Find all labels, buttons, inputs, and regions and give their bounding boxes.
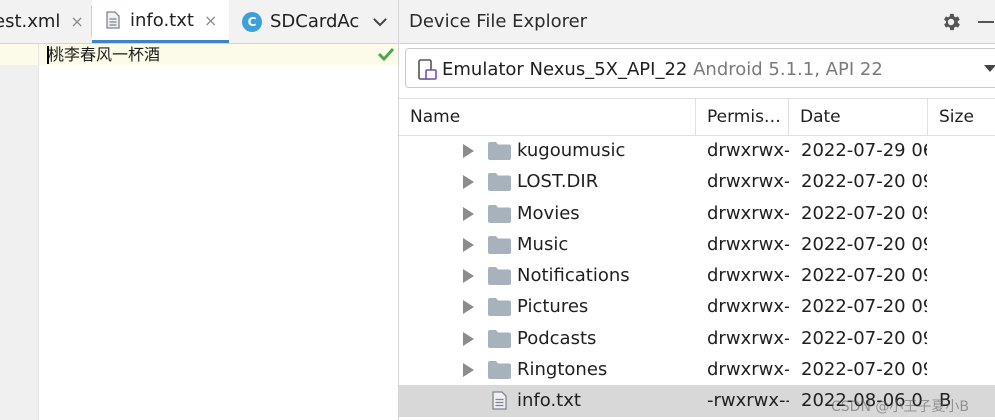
expand-arrow-icon[interactable] (463, 175, 474, 190)
expand-arrow-icon[interactable] (463, 206, 474, 221)
folder-icon (488, 173, 511, 192)
expand-arrow-icon[interactable] (463, 144, 474, 158)
cell-date: 2022-07-20 09 (801, 265, 927, 287)
cell-name: LOST.DIR (517, 171, 599, 193)
folder-row[interactable]: Movies drwxrwx-- 2022-07-20 09 (399, 198, 995, 229)
folder-icon (488, 235, 511, 254)
cell-name: Notifications (517, 265, 630, 287)
check-icon[interactable] (376, 44, 396, 64)
device-name-text: Emulator Nexus_5X_API_22 (442, 59, 688, 80)
text-file-icon (106, 11, 120, 29)
cell-date: 2022-07-20 09 (801, 327, 927, 349)
code-line-text[interactable]: 桃李春风一杯酒 (48, 45, 160, 65)
dropdown-arrow-icon[interactable] (984, 65, 995, 72)
column-header-size[interactable]: Size (928, 99, 995, 135)
device-detail: Android 5.1.1, API 22 (693, 59, 883, 80)
editor-tab-bar: est.xml × info.txt × C SDCardAc (0, 0, 398, 44)
editor-pane: est.xml × info.txt × C SDCardAc 桃李春风一杯酒 (0, 0, 398, 420)
gutter-current-line (0, 44, 38, 65)
cell-date: 2022-07-20 09 (801, 296, 927, 318)
tab-label: SDCardAc (270, 11, 360, 32)
column-header-permissions[interactable]: Permis… (696, 99, 789, 135)
cell-name: Podcasts (517, 327, 597, 349)
cell-name: kugoumusic (517, 140, 626, 161)
expand-arrow-icon[interactable] (463, 331, 474, 346)
line-gutter (0, 44, 39, 420)
cell-name: Pictures (517, 296, 589, 318)
text-file-icon (492, 391, 507, 411)
column-header-date[interactable]: Date (789, 99, 928, 135)
cell-date: 2022-07-20 09 (801, 233, 927, 255)
expand-arrow-icon[interactable] (463, 300, 474, 315)
cell-permissions: drwxrwx-- (707, 359, 789, 381)
device-icon (418, 59, 437, 80)
cell-permissions: drwxrwx-- (707, 140, 789, 161)
expand-arrow-icon[interactable] (463, 269, 474, 284)
tab-sdcard-activity[interactable]: C SDCardAc (230, 0, 368, 43)
cell-permissions: drwxrwx-- (707, 202, 789, 224)
cell-name: Music (517, 233, 569, 255)
cell-permissions: drwxrwx-- (707, 171, 789, 193)
device-name: Emulator Nexus_5X_API_22 Android 5.1.1, … (442, 59, 883, 80)
chevron-down-icon (373, 17, 387, 26)
table-header: Name Permis… Date Size (399, 98, 995, 136)
cell-date: 2022-07-20 09 (801, 359, 927, 381)
tab-label: info.txt (130, 9, 194, 31)
explorer-title: Device File Explorer (409, 11, 588, 32)
device-selector[interactable]: Emulator Nexus_5X_API_22 Android 5.1.1, … (405, 48, 995, 88)
cell-name: Movies (517, 202, 580, 224)
text-caret (47, 46, 49, 64)
cell-date: 2022-07-29 06 (801, 140, 927, 161)
close-icon[interactable]: × (70, 12, 83, 31)
folder-icon (488, 204, 511, 223)
folder-row[interactable]: LOST.DIR drwxrwx-- 2022-07-20 09 (399, 166, 995, 197)
cell-permissions: drwxrwx-- (707, 265, 789, 287)
tab-info-txt[interactable]: info.txt × (92, 0, 229, 43)
gear-icon[interactable] (940, 11, 962, 33)
tab-manifest-xml[interactable]: est.xml × (0, 0, 86, 43)
column-header-name[interactable]: Name (399, 99, 696, 135)
cell-permissions: -rwxrwx-- (707, 390, 789, 412)
watermark: CSDN @小王子夏小B (831, 399, 969, 415)
cell-name: Ringtones (517, 359, 608, 381)
folder-icon (488, 329, 511, 348)
minimize-icon[interactable] (978, 21, 994, 23)
cell-date: 2022-07-20 09 (801, 202, 927, 224)
cell-permissions: drwxrwx-- (707, 296, 789, 318)
folder-icon (488, 361, 511, 380)
cell-date: 2022-07-20 09 (801, 171, 927, 193)
folder-row[interactable]: Notifications drwxrwx-- 2022-07-20 09 (399, 260, 995, 291)
tabs-dropdown-button[interactable] (366, 0, 394, 43)
folder-row[interactable]: Pictures drwxrwx-- 2022-07-20 09 (399, 291, 995, 322)
class-icon: C (242, 11, 262, 32)
expand-arrow-icon[interactable] (463, 363, 474, 378)
cell-permissions: drwxrwx-- (707, 327, 789, 349)
file-list: kugoumusic drwxrwx-- 2022-07-29 06 LOST.DIR… (399, 135, 995, 420)
cell-permissions: drwxrwx-- (707, 233, 789, 255)
tab-label: est.xml (0, 11, 61, 32)
folder-icon (488, 142, 511, 160)
folder-icon (488, 298, 511, 317)
close-icon[interactable]: × (204, 11, 217, 30)
folder-row[interactable]: kugoumusic drwxrwx-- 2022-07-29 06 (399, 135, 995, 166)
device-file-explorer: Device File Explorer Emulator Nexus_5X_A… (399, 0, 995, 420)
folder-row[interactable]: Music drwxrwx-- 2022-07-20 09 (399, 229, 995, 260)
cell-name: info.txt (517, 390, 581, 412)
explorer-header: Device File Explorer (399, 0, 995, 44)
expand-arrow-icon[interactable] (463, 237, 474, 252)
folder-icon (488, 267, 511, 286)
folder-row[interactable]: Ringtones drwxrwx-- 2022-07-20 09 (399, 354, 995, 385)
folder-row[interactable]: Podcasts drwxrwx-- 2022-07-20 09 (399, 323, 995, 354)
